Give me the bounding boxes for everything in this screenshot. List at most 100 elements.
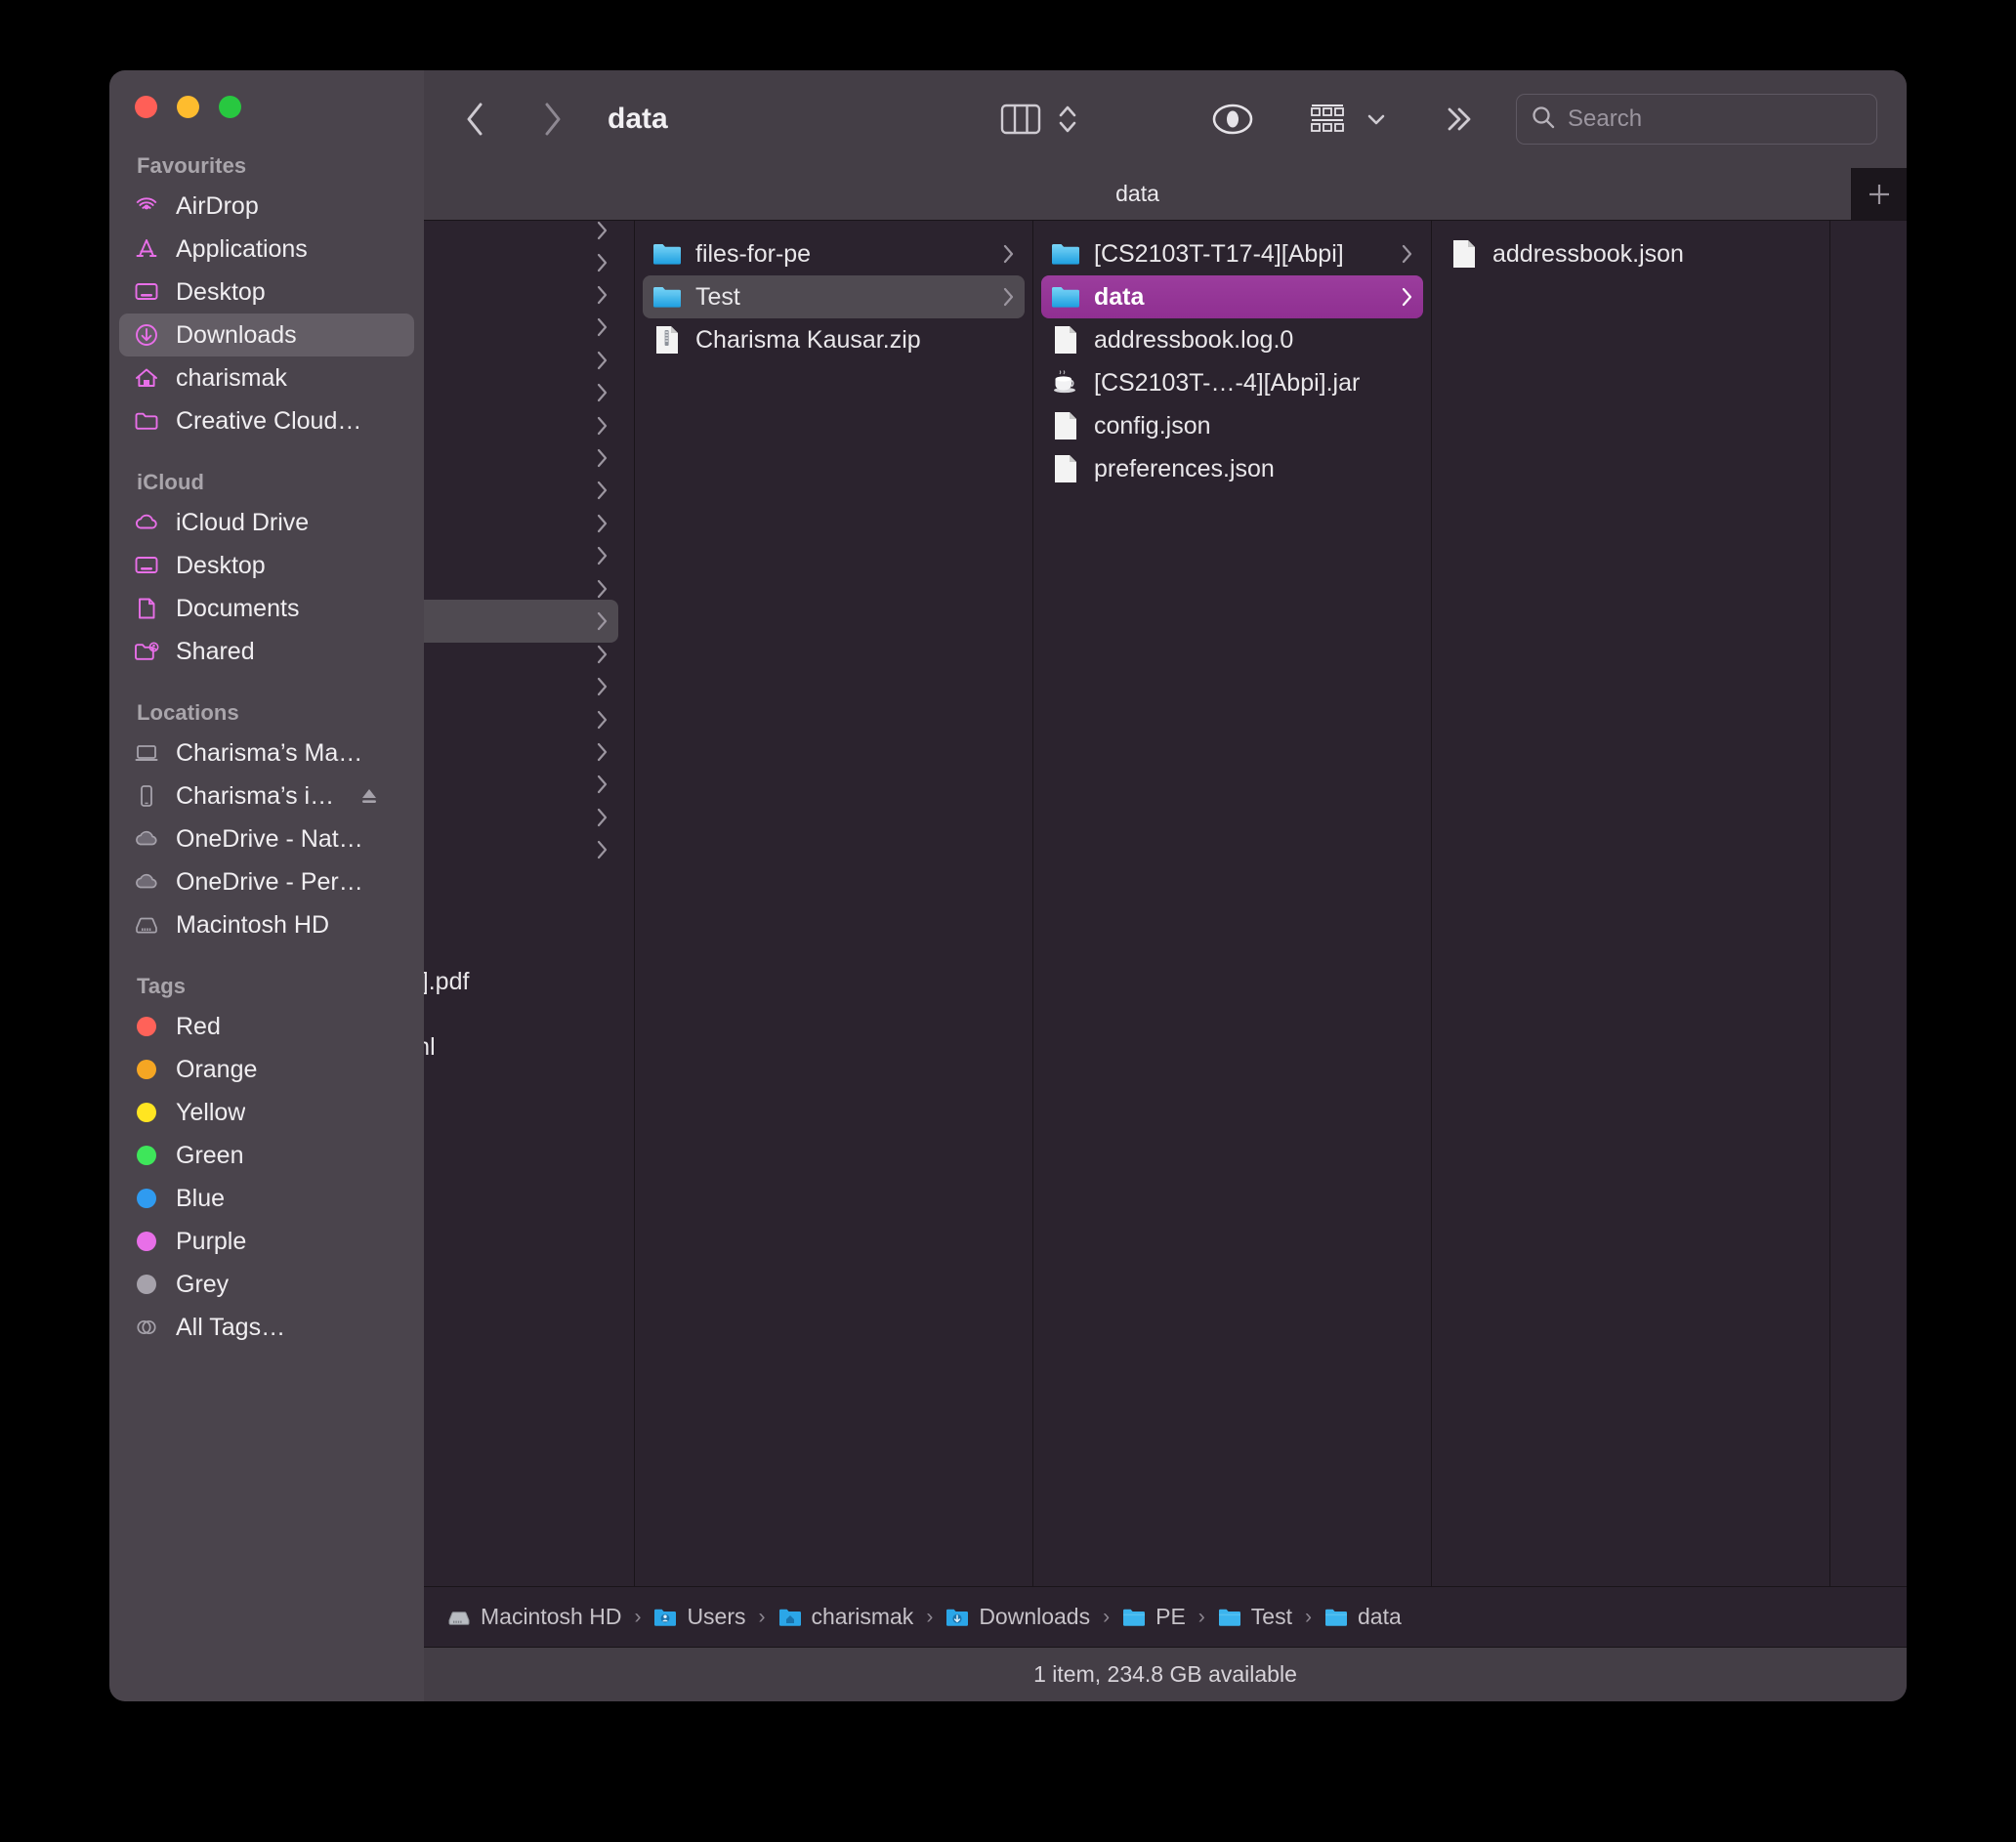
tab-data[interactable]: data [424, 168, 1852, 220]
search-input[interactable] [1568, 105, 1863, 133]
desktop-icon [133, 278, 160, 306]
list-item[interactable]: files-for-pe [643, 232, 1025, 275]
content-area: data [424, 70, 1907, 1701]
sidebar-item-desktop[interactable]: Desktop [119, 271, 414, 314]
minimize-button[interactable] [177, 96, 199, 118]
chevron-down-icon[interactable] [1358, 94, 1395, 145]
harddisk-icon [133, 911, 160, 939]
file-icon [1051, 326, 1080, 354]
list-item[interactable]: addressbook.log.0 [1041, 318, 1423, 361]
list-item-label: …2103_T].pdf [424, 968, 612, 996]
sidebar-item-label: Documents [176, 595, 299, 623]
sidebar-item-downloads[interactable]: Downloads [119, 314, 414, 356]
sidebar-item-shared[interactable]: Shared [119, 630, 414, 673]
sidebar-item-purple[interactable]: Purple [119, 1220, 414, 1263]
breadcrumb-item-data[interactable]: data [1324, 1604, 1402, 1630]
sidebar-item-yellow[interactable]: Yellow [119, 1091, 414, 1134]
group-by-icon[interactable] [1297, 94, 1358, 145]
list-item[interactable]: Test [643, 275, 1025, 318]
sidebar-item-label: Macintosh HD [176, 911, 329, 940]
close-button[interactable] [135, 96, 157, 118]
sidebar-item-label: Orange [176, 1056, 257, 1084]
list-item[interactable]: Charisma Kausar.zip [643, 318, 1025, 361]
chevron-right-icon [593, 350, 612, 371]
breadcrumb-item-pe[interactable]: PE [1122, 1604, 1186, 1630]
applications-icon [133, 235, 160, 263]
chevron-right-icon [593, 252, 612, 273]
sidebar-item-onedrive-nat[interactable]: OneDrive - Nat… [119, 817, 414, 860]
folder-icon [1051, 240, 1080, 268]
breadcrumb-separator: › [1305, 1606, 1312, 1629]
chevron-right-icon [593, 545, 612, 566]
column-view-icon[interactable] [992, 94, 1049, 145]
list-item-label: k [424, 542, 579, 570]
column-test: [CS2103T-T17-4][Abpi]dataaddressbook.log… [1033, 221, 1432, 1586]
breadcrumb-item-test[interactable]: Test [1218, 1604, 1292, 1630]
page-title: data [608, 103, 668, 136]
users-folder-icon [653, 1607, 677, 1628]
breadcrumb-item-users[interactable]: Users [653, 1604, 745, 1630]
breadcrumb-item-label: Users [687, 1604, 745, 1630]
laptop-icon [133, 739, 160, 767]
eye-icon[interactable] [1203, 94, 1262, 145]
eject-icon[interactable] [357, 784, 381, 808]
file-icon [1051, 455, 1080, 482]
sidebar-item-green[interactable]: Green [119, 1134, 414, 1177]
sidebar-item-icloud-drive[interactable]: iCloud Drive [119, 501, 414, 544]
list-item[interactable]: 1-2022.xml [424, 1026, 618, 1068]
sidebar-item-label: AirDrop [176, 192, 259, 221]
zoom-button[interactable] [219, 96, 241, 118]
list-item[interactable]: [CS2103T-…-4][Abpi].jar [1041, 361, 1423, 404]
document-icon [133, 595, 160, 622]
sidebar-section-title: iCloud [109, 470, 424, 495]
list-item[interactable] [424, 828, 618, 871]
sidebar-item-red[interactable]: Red [119, 1005, 414, 1048]
window-controls [109, 70, 424, 118]
sidebar-item-creative-cloud[interactable]: Creative Cloud… [119, 399, 414, 442]
jar-icon [1051, 369, 1080, 397]
chevron-right-icon [593, 513, 612, 534]
sidebar-item-charisma-s-i[interactable]: Charisma’s i… [119, 774, 414, 817]
list-item-label: nds.docx [424, 935, 612, 963]
list-item[interactable]: data [1041, 275, 1423, 318]
sidebar-item-applications[interactable]: Applications [119, 228, 414, 271]
sidebar-item-macintosh-hd[interactable]: Macintosh HD [119, 903, 414, 946]
sidebar-item-onedrive-per[interactable]: OneDrive - Per… [119, 860, 414, 903]
breadcrumb-separator: › [1103, 1606, 1110, 1629]
breadcrumb-item-downloads[interactable]: Downloads [945, 1604, 1090, 1630]
cloud-icon [133, 509, 160, 536]
double-chevron-right-icon[interactable] [1434, 94, 1483, 145]
sidebar-item-desktop[interactable]: Desktop [119, 544, 414, 587]
sidebar-item-orange[interactable]: Orange [119, 1048, 414, 1091]
breadcrumb-item-macintosh-hd[interactable]: Macintosh HD [447, 1604, 621, 1630]
sidebar-item-documents[interactable]: Documents [119, 587, 414, 630]
chevron-up-down-icon[interactable] [1049, 94, 1086, 145]
search-box[interactable] [1516, 94, 1877, 145]
airdrop-icon [133, 192, 160, 220]
new-tab-button[interactable] [1852, 168, 1907, 220]
cloud-filled-icon [133, 825, 160, 853]
zip-icon [652, 326, 682, 354]
breadcrumb-item-charismak[interactable]: charismak [778, 1604, 914, 1630]
list-item[interactable]: preferences.json [1041, 447, 1423, 490]
back-button[interactable] [453, 98, 496, 141]
sidebar-item-label: Desktop [176, 552, 266, 580]
sidebar-item-charismak[interactable]: charismak [119, 356, 414, 399]
tab-bar: data [424, 168, 1907, 221]
chevron-right-icon [593, 709, 612, 731]
sidebar-item-blue[interactable]: Blue [119, 1177, 414, 1220]
sidebar-item-label: Charisma’s i… [176, 782, 334, 811]
downloads-icon [133, 321, 160, 349]
sidebar-item-label: Applications [176, 235, 308, 264]
sidebar-item-all-tags[interactable]: All Tags… [119, 1306, 414, 1349]
column-data: addressbook.json [1432, 221, 1830, 1586]
chevron-right-icon [593, 480, 612, 501]
list-item[interactable]: …2103_T].pdf [424, 960, 618, 1003]
list-item[interactable]: config.json [1041, 404, 1423, 447]
sidebar-item-charisma-s-ma[interactable]: Charisma’s Ma… [119, 732, 414, 774]
list-item[interactable]: [CS2103T-T17-4][Abpi] [1041, 232, 1423, 275]
forward-button[interactable] [531, 98, 574, 141]
sidebar-item-airdrop[interactable]: AirDrop [119, 185, 414, 228]
sidebar-item-grey[interactable]: Grey [119, 1263, 414, 1306]
list-item[interactable]: addressbook.json [1440, 232, 1822, 275]
